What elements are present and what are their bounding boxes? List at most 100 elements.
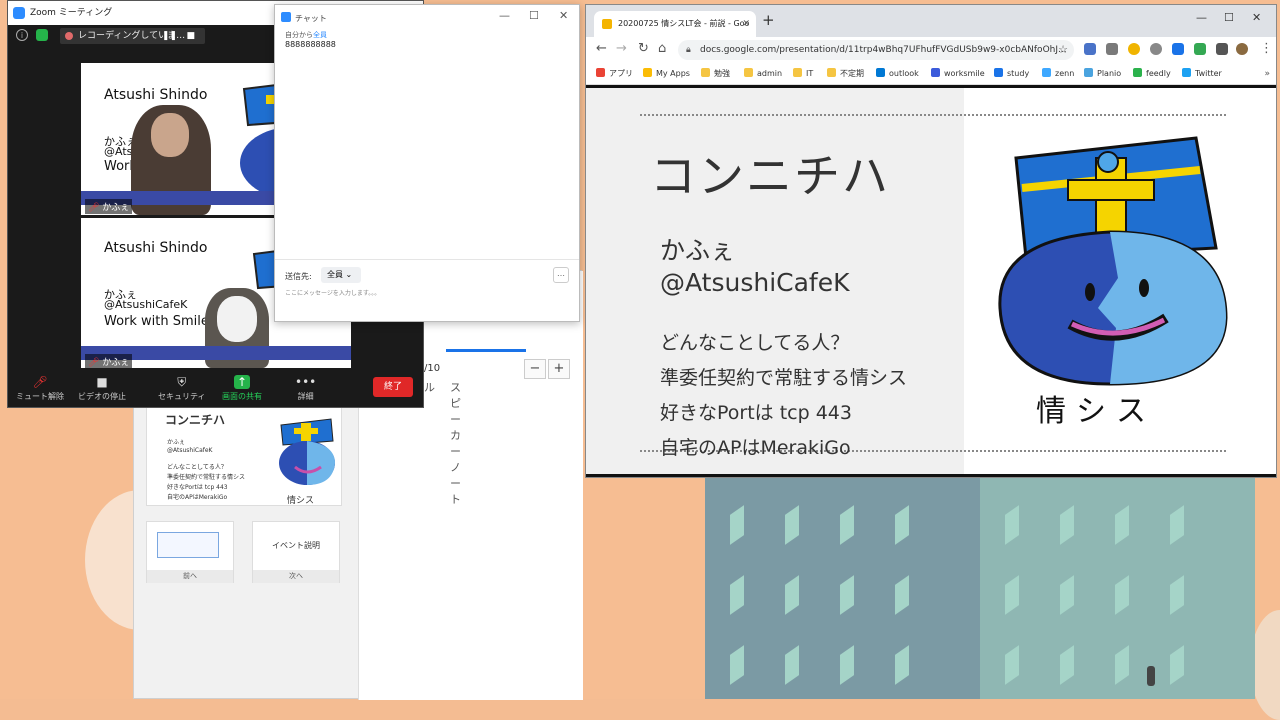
participant-name: かふぇ: [102, 358, 130, 368]
minimize-icon[interactable]: —: [1196, 11, 1207, 24]
folder-icon: [827, 68, 836, 77]
extension-icon[interactable]: [1084, 43, 1096, 55]
bookmark-item[interactable]: 勉強: [701, 63, 730, 85]
drive-icon[interactable]: [1194, 43, 1206, 55]
stop-icon[interactable]: ■: [186, 28, 195, 44]
folder-icon: [793, 68, 802, 77]
presentation-slide: コンニチハ かふぇ @AtsushiCafeK どんなことしてる人？ 準委任契約…: [586, 85, 1276, 477]
chat-input[interactable]: ここにメッセージを入力します。。。: [285, 288, 380, 297]
bookmark-label: My Apps: [656, 69, 690, 78]
end-meeting-button[interactable]: 終了: [373, 377, 413, 397]
participant-name: かふぇ: [102, 203, 130, 213]
bookmark-item[interactable]: My Apps: [643, 63, 690, 85]
slide-count: /10: [424, 363, 441, 374]
bookmark-item[interactable]: IT: [793, 63, 813, 85]
url-text: docs.google.com/presentation/d/11trp4wBh…: [700, 45, 1067, 55]
muted-mic-icon: 🎤︎: [88, 358, 103, 368]
zoom-logo-icon: [13, 7, 25, 19]
prev-slide-thumbnail[interactable]: 前へ: [146, 521, 234, 583]
tab-title: 20200725 情シスLT会 - 前説 - Goo: [618, 19, 750, 28]
bookmark-item[interactable]: zenn: [1042, 63, 1074, 85]
extension-icon[interactable]: [1172, 43, 1184, 55]
bookmark-label: zenn: [1055, 69, 1075, 78]
pause-icon[interactable]: ❚❚: [162, 28, 177, 44]
tab-partial[interactable]: ル: [424, 379, 435, 395]
puzzle-icon[interactable]: [1216, 43, 1228, 55]
slide-item: 準委任契約で常駐する情シス: [660, 367, 908, 389]
extension-icon[interactable]: [1106, 43, 1118, 55]
close-icon[interactable]: ✕: [559, 9, 568, 22]
share-screen-button[interactable]: ↑ 画面の共有: [222, 375, 262, 402]
maximize-icon[interactable]: ☐: [1224, 11, 1234, 24]
bookmark-item[interactable]: 不定期: [827, 63, 864, 85]
bookmark-star-icon[interactable]: ☆: [1058, 40, 1068, 60]
browser-tab[interactable]: 20200725 情シスLT会 - 前説 - Goo ✕: [594, 11, 756, 37]
avatar[interactable]: [1236, 43, 1248, 55]
shield-icon[interactable]: [36, 29, 48, 41]
bookmark-item[interactable]: feedly: [1133, 63, 1171, 85]
reload-icon[interactable]: ↻: [638, 41, 649, 56]
participant-name-tag: 🎤︎ かふぇ: [85, 354, 133, 368]
slide-title: コンニチハ: [650, 149, 890, 203]
security-button[interactable]: ⛨ セキュリティ: [158, 375, 206, 402]
next-slide-title: イベント説明: [272, 541, 320, 550]
extension-icon[interactable]: [1128, 43, 1140, 55]
bookmark-item[interactable]: Twitter: [1182, 63, 1222, 85]
bookmark-item[interactable]: アプリ: [596, 63, 633, 85]
bookmark-label: Twitter: [1195, 69, 1222, 78]
minimize-icon[interactable]: —: [499, 9, 510, 22]
chat-more-button[interactable]: …: [553, 267, 569, 283]
recipient-value: 全員: [327, 270, 343, 279]
extension-icon[interactable]: [1150, 43, 1162, 55]
recording-indicator[interactable]: レコーディングしていま… ❚❚ ■: [60, 28, 205, 44]
recipient-select[interactable]: 全員 ⌄: [321, 267, 361, 283]
bookmark-label: worksmile: [944, 69, 985, 78]
bookmark-item[interactable]: outlook: [876, 63, 919, 85]
video-label: ビデオの停止: [78, 392, 126, 401]
bookmark-item[interactable]: study: [994, 63, 1029, 85]
wallpaper-figure: [1147, 666, 1155, 686]
ellipsis-icon: •••: [295, 375, 317, 389]
home-icon[interactable]: ⌂: [658, 41, 666, 56]
stop-video-button[interactable]: ■ ビデオの停止: [78, 375, 126, 402]
more-button[interactable]: ••• 詳細: [295, 375, 316, 402]
tile-slide-line: @Ats: [104, 145, 133, 158]
address-bar[interactable]: 🔒︎ docs.google.com/presentation/d/11trp4…: [678, 40, 1074, 60]
maximize-icon[interactable]: ☐: [529, 9, 539, 22]
back-icon[interactable]: ←: [596, 41, 607, 56]
apps-icon: [643, 68, 652, 77]
tile-slide-line: Work with Smile: [104, 314, 209, 329]
slide-handle: @AtsushiCafeK: [660, 268, 850, 297]
next-label: 次へ: [253, 570, 339, 583]
bookmark-label: study: [1007, 69, 1030, 78]
slide-name: かふぇ: [660, 236, 736, 265]
feedly-icon: [1133, 68, 1142, 77]
dotted-divider: [640, 114, 1226, 116]
participant-face: [151, 113, 189, 157]
info-icon[interactable]: i: [16, 29, 28, 41]
zoom-in-button[interactable]: +: [548, 359, 570, 379]
zoom-out-button[interactable]: −: [524, 359, 546, 379]
close-icon[interactable]: ✕: [1252, 11, 1261, 24]
bookmark-label: アプリ: [609, 69, 633, 78]
menu-icon[interactable]: ⋮: [1260, 41, 1273, 56]
close-tab-icon[interactable]: ✕: [742, 11, 750, 37]
unmute-button[interactable]: 🎤︎ ミュート解除: [16, 375, 64, 402]
current-slide-thumbnail[interactable]: コンニチハ かふぇ @AtsushiCafeK どんなことしてる人？ 準委任契約…: [146, 406, 342, 506]
forward-icon[interactable]: →: [616, 41, 627, 56]
zoom-logo-icon: [281, 12, 291, 22]
recording-icon: [65, 32, 73, 40]
bookmark-item[interactable]: admin: [744, 63, 782, 85]
tab-bar: 20200725 情シスLT会 - 前説 - Goo ✕ + — ☐ ✕: [586, 5, 1276, 37]
bookmark-item[interactable]: worksmile: [931, 63, 985, 85]
new-tab-button[interactable]: +: [762, 11, 775, 29]
participant-name-tag: 🎤︎ かふぇ: [85, 199, 133, 214]
thumb-line: 準委任契約で常駐する情シス: [167, 474, 246, 481]
bookmark-item[interactable]: Planio: [1084, 63, 1121, 85]
tab-speaker-notes[interactable]: スピーカー ノート: [450, 379, 461, 507]
sender-prefix: 自分から: [285, 31, 313, 39]
recipient-link[interactable]: 全員: [313, 31, 327, 39]
chat-message: 8888888888: [285, 40, 336, 49]
next-slide-thumbnail[interactable]: イベント説明 次へ: [252, 521, 340, 583]
more-bookmarks-button[interactable]: »: [1264, 63, 1270, 85]
